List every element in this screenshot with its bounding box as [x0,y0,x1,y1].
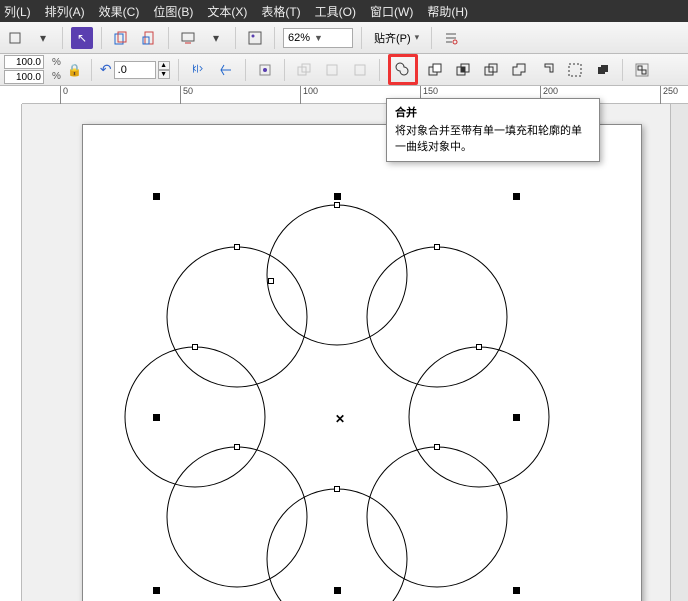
chevron-down-icon[interactable]: ▾ [205,27,227,49]
selection-handle[interactable] [513,193,520,200]
menu-item[interactable]: 列(L) [4,3,31,20]
ruler-tick: 100 [300,86,318,104]
separator [168,27,169,49]
node-handle[interactable] [434,444,440,450]
chevron-down-icon: ▼ [314,33,323,43]
toolbar-main: ▾ ↖ ▾ 62% ▼ 贴齐(P) ▾ [0,22,688,54]
menu-item[interactable]: 位图(B) [153,3,193,20]
selection-center-icon: ✕ [335,412,345,426]
scale-inputs [4,55,44,84]
group-button[interactable] [631,59,653,81]
image-icon[interactable] [244,27,266,49]
weld-button-highlight [388,54,418,85]
page: ✕ [82,124,642,601]
separator [235,27,236,49]
node-handle[interactable] [476,344,482,350]
separator [622,59,623,81]
align-icon[interactable] [254,59,276,81]
ruler-tick: 250 [660,86,678,104]
tooltip-title: 合并 [395,105,591,121]
selection-handle[interactable] [513,587,520,594]
front-minus-back-button[interactable] [508,59,530,81]
separator [274,27,275,49]
menu-item[interactable]: 工具(O) [315,3,356,20]
tool-btn[interactable] [4,27,26,49]
combine-button[interactable] [592,59,614,81]
zoom-combo[interactable]: 62% ▼ [283,28,353,48]
separator [361,27,362,49]
tooltip-body: 将对象合并至带有单一填充和轮廓的单一曲线对象中。 [395,123,591,155]
mirror-h-icon[interactable] [187,59,209,81]
selection-handle[interactable] [334,193,341,200]
lock-aspect-icon[interactable]: 🔒 [67,56,83,84]
rotation-spinner[interactable]: ▲▼ [158,61,170,79]
options-icon[interactable] [440,27,462,49]
separator [245,59,246,81]
ruler-vertical [0,104,22,601]
node-handle[interactable] [334,202,340,208]
menu-item[interactable]: 窗口(W) [370,3,413,20]
menu-item[interactable]: 表格(T) [261,3,300,20]
ruler-tick: 50 [180,86,193,104]
paste-icon[interactable] [138,27,160,49]
menu-bar: 列(L) 排列(A) 效果(C) 位图(B) 文本(X) 表格(T) 工具(O)… [0,0,688,22]
flower-shape[interactable] [83,125,643,601]
menu-item[interactable]: 帮助(H) [427,3,468,20]
separator [178,59,179,81]
selection-handle[interactable] [334,587,341,594]
separator [91,59,92,81]
toolbar-properties: %% 🔒 ↶ ▲▼ [0,54,688,86]
snap-label: 贴齐(P) [374,30,411,46]
simplify-button[interactable] [480,59,502,81]
separator [62,27,63,49]
screen-icon[interactable] [177,27,199,49]
scale-x-input[interactable] [4,55,44,69]
menu-item[interactable]: 排列(A) [45,3,85,20]
scale-y-input[interactable] [4,70,44,84]
menu-item[interactable]: 文本(X) [207,3,247,20]
pointer-tool-icon[interactable]: ↖ [71,27,93,49]
node-handle[interactable] [192,344,198,350]
node-handle[interactable] [234,244,240,250]
shaping-icon-disabled [349,59,371,81]
back-minus-front-button[interactable] [536,59,558,81]
copy-icon[interactable] [110,27,132,49]
snap-menu[interactable]: 贴齐(P) ▾ [370,28,423,48]
scrollbar-vertical[interactable] [670,104,688,601]
chevron-down-icon[interactable]: ▾ [32,27,54,49]
separator [379,59,380,81]
tooltip: 合并 将对象合并至带有单一填充和轮廓的单一曲线对象中。 [386,98,600,162]
shaping-icon-disabled [321,59,343,81]
separator [431,27,432,49]
intersect-button[interactable] [452,59,474,81]
selection-handle[interactable] [153,414,160,421]
rotation-input[interactable] [114,61,156,79]
node-handle[interactable] [268,278,274,284]
separator [284,59,285,81]
selection-handle[interactable] [153,193,160,200]
weld-button[interactable] [393,59,413,79]
node-handle[interactable] [334,486,340,492]
selection-handle[interactable] [513,414,520,421]
node-handle[interactable] [234,444,240,450]
ruler-tick: 0 [60,86,68,104]
trim-button[interactable] [424,59,446,81]
separator [101,27,102,49]
boundary-button[interactable] [564,59,586,81]
chevron-down-icon: ▾ [415,32,420,43]
node-handle[interactable] [434,244,440,250]
menu-item[interactable]: 效果(C) [99,3,140,20]
percent-labels: %% [52,56,61,84]
undo-rotate-icon[interactable]: ↶ [100,61,112,78]
selection-handle[interactable] [153,587,160,594]
canvas-area[interactable]: ✕ [22,104,688,601]
zoom-value: 62% [288,32,310,44]
rotation-control: ↶ ▲▼ [100,61,170,79]
shaping-icon-disabled [293,59,315,81]
mirror-v-icon[interactable] [215,59,237,81]
